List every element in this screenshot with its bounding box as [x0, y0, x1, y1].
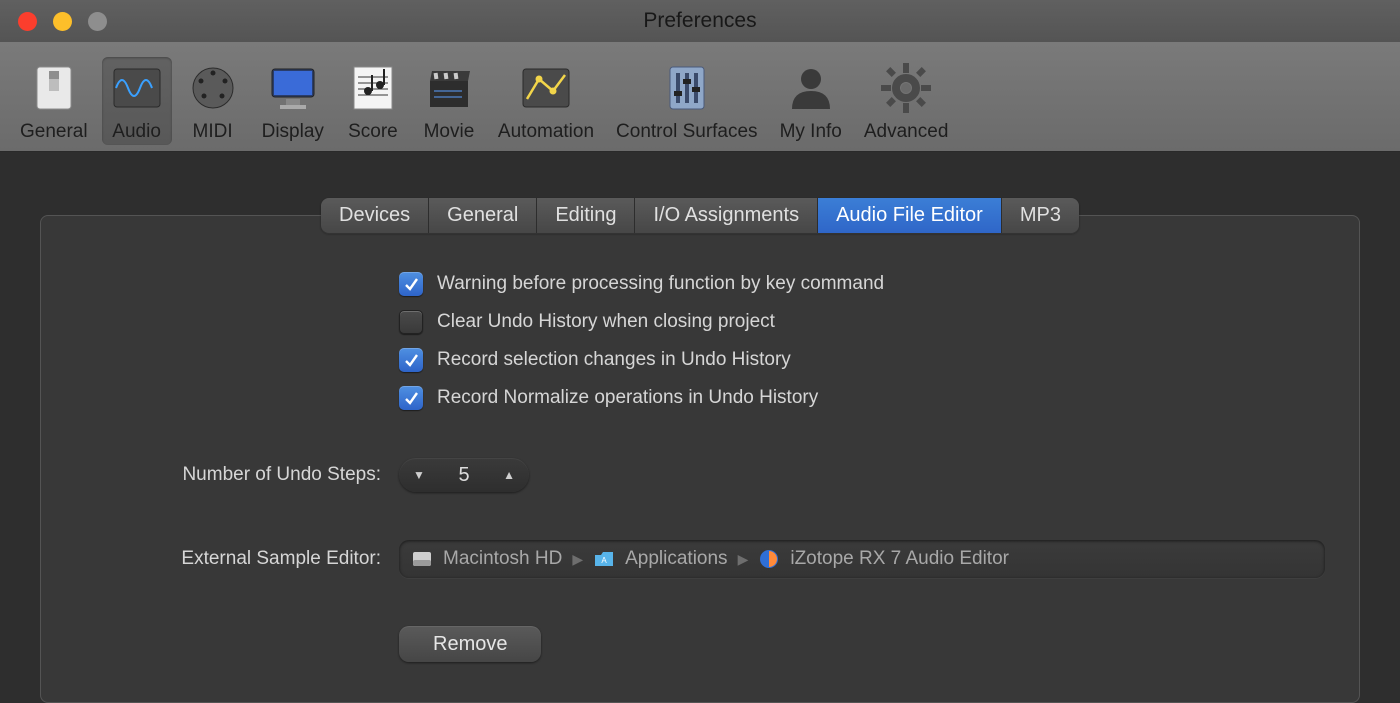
chevron-up-icon: ▲ [503, 468, 515, 482]
clapper-icon [422, 61, 476, 115]
toolbar-item-label: Advanced [864, 121, 949, 143]
clear-undo-label: Clear Undo History when closing project [437, 311, 775, 333]
clear-undo-checkbox[interactable] [399, 310, 423, 334]
undo-steps-label: Number of Undo Steps: [81, 464, 381, 486]
waveform-icon [110, 61, 164, 115]
audio-file-editor-panel: Warning before processing function by ke… [40, 215, 1360, 703]
automation-icon [519, 61, 573, 115]
tab-general[interactable]: General [429, 198, 537, 233]
app-icon [758, 548, 780, 570]
warn-before-processing-label: Warning before processing function by ke… [437, 273, 884, 295]
toolbar-item-label: Movie [424, 121, 475, 143]
toolbar-item-display[interactable]: Display [254, 57, 332, 145]
tab-devices[interactable]: Devices [321, 198, 429, 233]
toolbar-item-control-surfaces[interactable]: Control Surfaces [608, 57, 766, 145]
tab-io-assignments[interactable]: I/O Assignments [635, 198, 818, 233]
switch-icon [27, 61, 81, 115]
monitor-icon [266, 61, 320, 115]
toolbar-item-label: General [20, 121, 88, 143]
undo-steps-value: 5 [458, 464, 469, 487]
external-editor-path[interactable]: Macintosh HD ▶ A Applications ▶ iZotope … [399, 540, 1325, 578]
record-normalize-checkbox[interactable] [399, 386, 423, 410]
svg-text:A: A [601, 556, 607, 565]
titlebar: Preferences [0, 0, 1400, 42]
toolbar-item-label: Automation [498, 121, 594, 143]
score-icon [346, 61, 400, 115]
path-segment: Macintosh HD [443, 548, 562, 570]
toolbar-item-label: Audio [112, 121, 161, 143]
warn-before-processing-checkbox[interactable] [399, 272, 423, 296]
tab-editing[interactable]: Editing [537, 198, 635, 233]
remove-button[interactable]: Remove [399, 626, 541, 662]
drive-icon [411, 548, 433, 570]
midi-icon [186, 61, 240, 115]
toolbar-item-label: My Info [780, 121, 842, 143]
toolbar-item-automation[interactable]: Automation [490, 57, 602, 145]
audio-subtabs: Devices General Editing I/O Assignments … [0, 198, 1400, 233]
window-title: Preferences [0, 9, 1400, 33]
toolbar-item-label: Display [262, 121, 324, 143]
toolbar-item-audio[interactable]: Audio [102, 57, 172, 145]
chevron-right-icon: ▶ [738, 551, 749, 568]
path-segment: Applications [625, 548, 727, 570]
external-editor-label: External Sample Editor: [81, 548, 381, 570]
gear-icon [879, 61, 933, 115]
toolbar-item-general[interactable]: General [12, 57, 96, 145]
toolbar-item-label: Score [348, 121, 398, 143]
path-segment: iZotope RX 7 Audio Editor [790, 548, 1009, 570]
record-selection-checkbox[interactable] [399, 348, 423, 372]
folder-icon: A [593, 548, 615, 570]
chevron-down-icon: ▼ [413, 468, 425, 482]
toolbar-item-label: Control Surfaces [616, 121, 758, 143]
record-normalize-label: Record Normalize operations in Undo Hist… [437, 387, 818, 409]
toolbar-item-label: MIDI [193, 121, 233, 143]
person-icon [784, 61, 838, 115]
toolbar-item-score[interactable]: Score [338, 57, 408, 145]
undo-steps-stepper[interactable]: ▼ 5 ▲ [399, 458, 529, 492]
toolbar-item-my-info[interactable]: My Info [772, 57, 850, 145]
chevron-right-icon: ▶ [572, 551, 583, 568]
tab-mp3[interactable]: MP3 [1002, 198, 1079, 233]
tab-audio-file-editor[interactable]: Audio File Editor [818, 198, 1002, 233]
faders-icon [660, 61, 714, 115]
toolbar-item-movie[interactable]: Movie [414, 57, 484, 145]
record-selection-label: Record selection changes in Undo History [437, 349, 791, 371]
toolbar-item-advanced[interactable]: Advanced [856, 57, 957, 145]
toolbar-item-midi[interactable]: MIDI [178, 57, 248, 145]
prefs-toolbar: General Audio MIDI Display Score Movie [0, 42, 1400, 152]
